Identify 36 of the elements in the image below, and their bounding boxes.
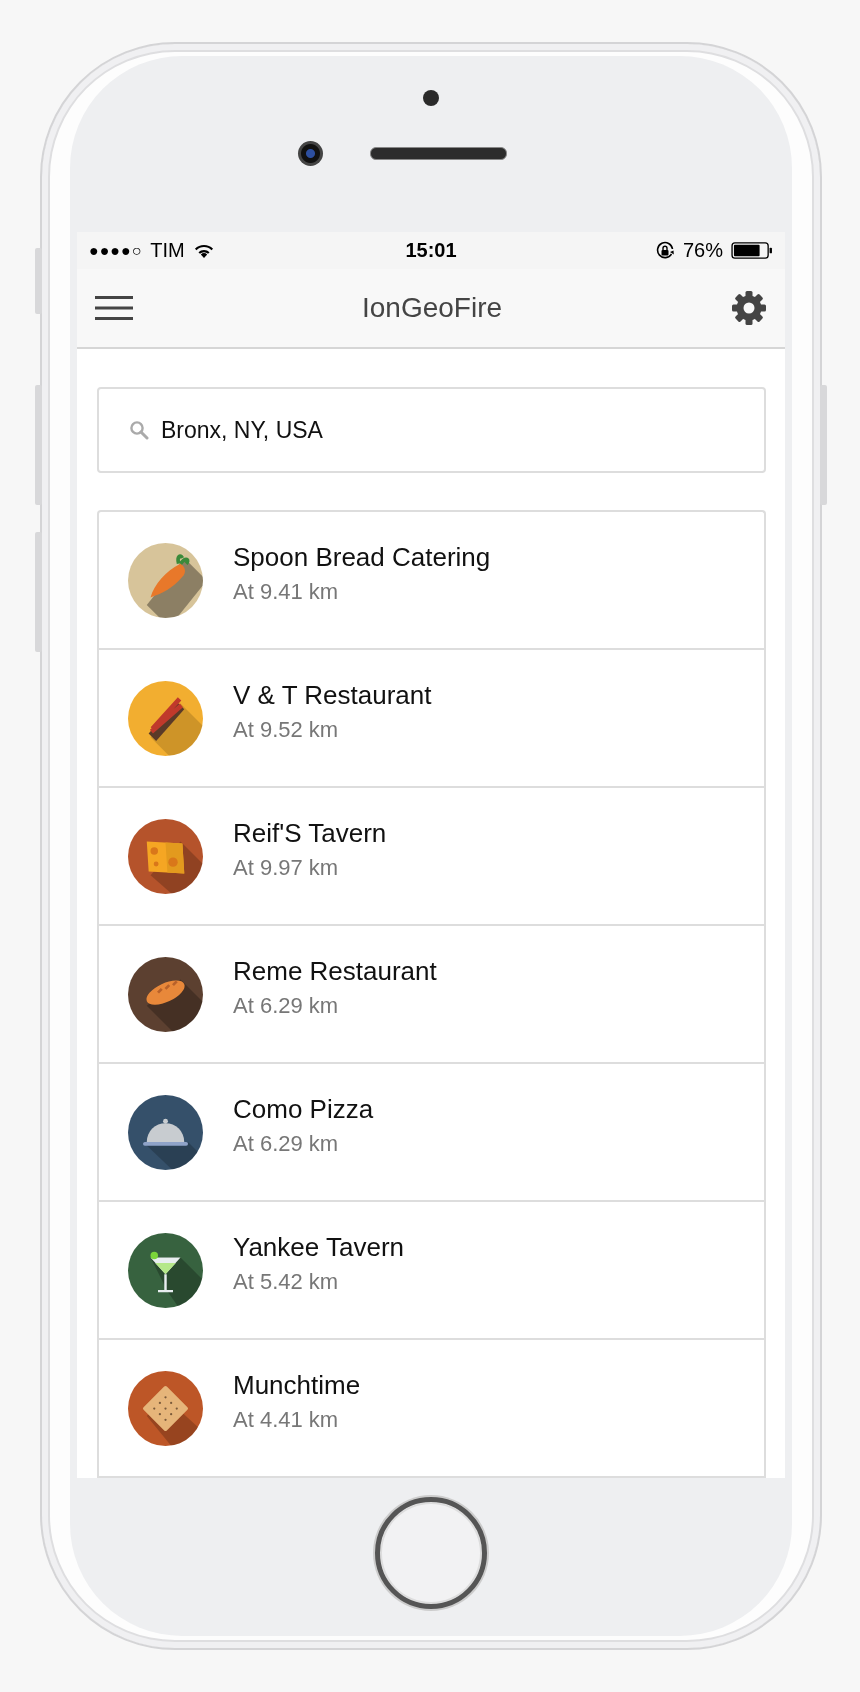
clock-time: 15:01 [405,239,457,262]
rotation-lock-icon [654,240,675,261]
place-distance: At 5.42 km [233,1268,340,1295]
place-name: Como Pizza [233,1093,374,1125]
place-distance: At 9.52 km [233,716,340,743]
battery-percent: 76% [682,239,723,262]
place-item[interactable]: Reme Restaurant At 6.29 km [99,926,764,1064]
place-distance: At 6.29 km [233,1130,340,1157]
place-name: Spoon Bread Catering [233,541,491,573]
app-title: IonGeoFire [361,292,503,324]
sensor-dot [423,90,439,106]
battery-icon [731,241,773,260]
place-distance: At 4.41 km [233,1406,340,1433]
place-distance: At 9.97 km [233,854,340,881]
place-item[interactable]: Spoon Bread Catering At 9.41 km [99,512,764,650]
place-distance: At 6.29 km [233,992,340,1019]
search-input[interactable]: Bronx, NY, USA [161,416,764,444]
place-item[interactable]: Reif'S Tavern At 9.97 km [99,788,764,926]
place-item[interactable]: Munchtime At 4.41 km [99,1340,764,1478]
place-item[interactable]: Yankee Tavern At 5.42 km [99,1202,764,1340]
menu-icon[interactable] [95,295,133,321]
place-name: Munchtime [233,1369,361,1401]
signal-dots: ●●●●○ [89,241,143,260]
carrier-name: TIM [150,239,185,262]
place-name: Reif'S Tavern [233,817,387,849]
place-name: Reme Restaurant [233,955,437,987]
wifi-icon [192,242,215,259]
place-name: V & T Restaurant [233,679,432,711]
camera-lens [297,141,323,166]
search-field[interactable]: Bronx, NY, USA [97,387,766,473]
place-item[interactable]: Como Pizza At 6.29 km [99,1064,764,1202]
search-icon [129,420,149,440]
settings-icon[interactable] [731,290,767,326]
place-distance: At 9.41 km [233,578,340,605]
place-item[interactable]: V & T Restaurant At 9.52 km [99,650,764,788]
place-name: Yankee Tavern [233,1231,405,1263]
